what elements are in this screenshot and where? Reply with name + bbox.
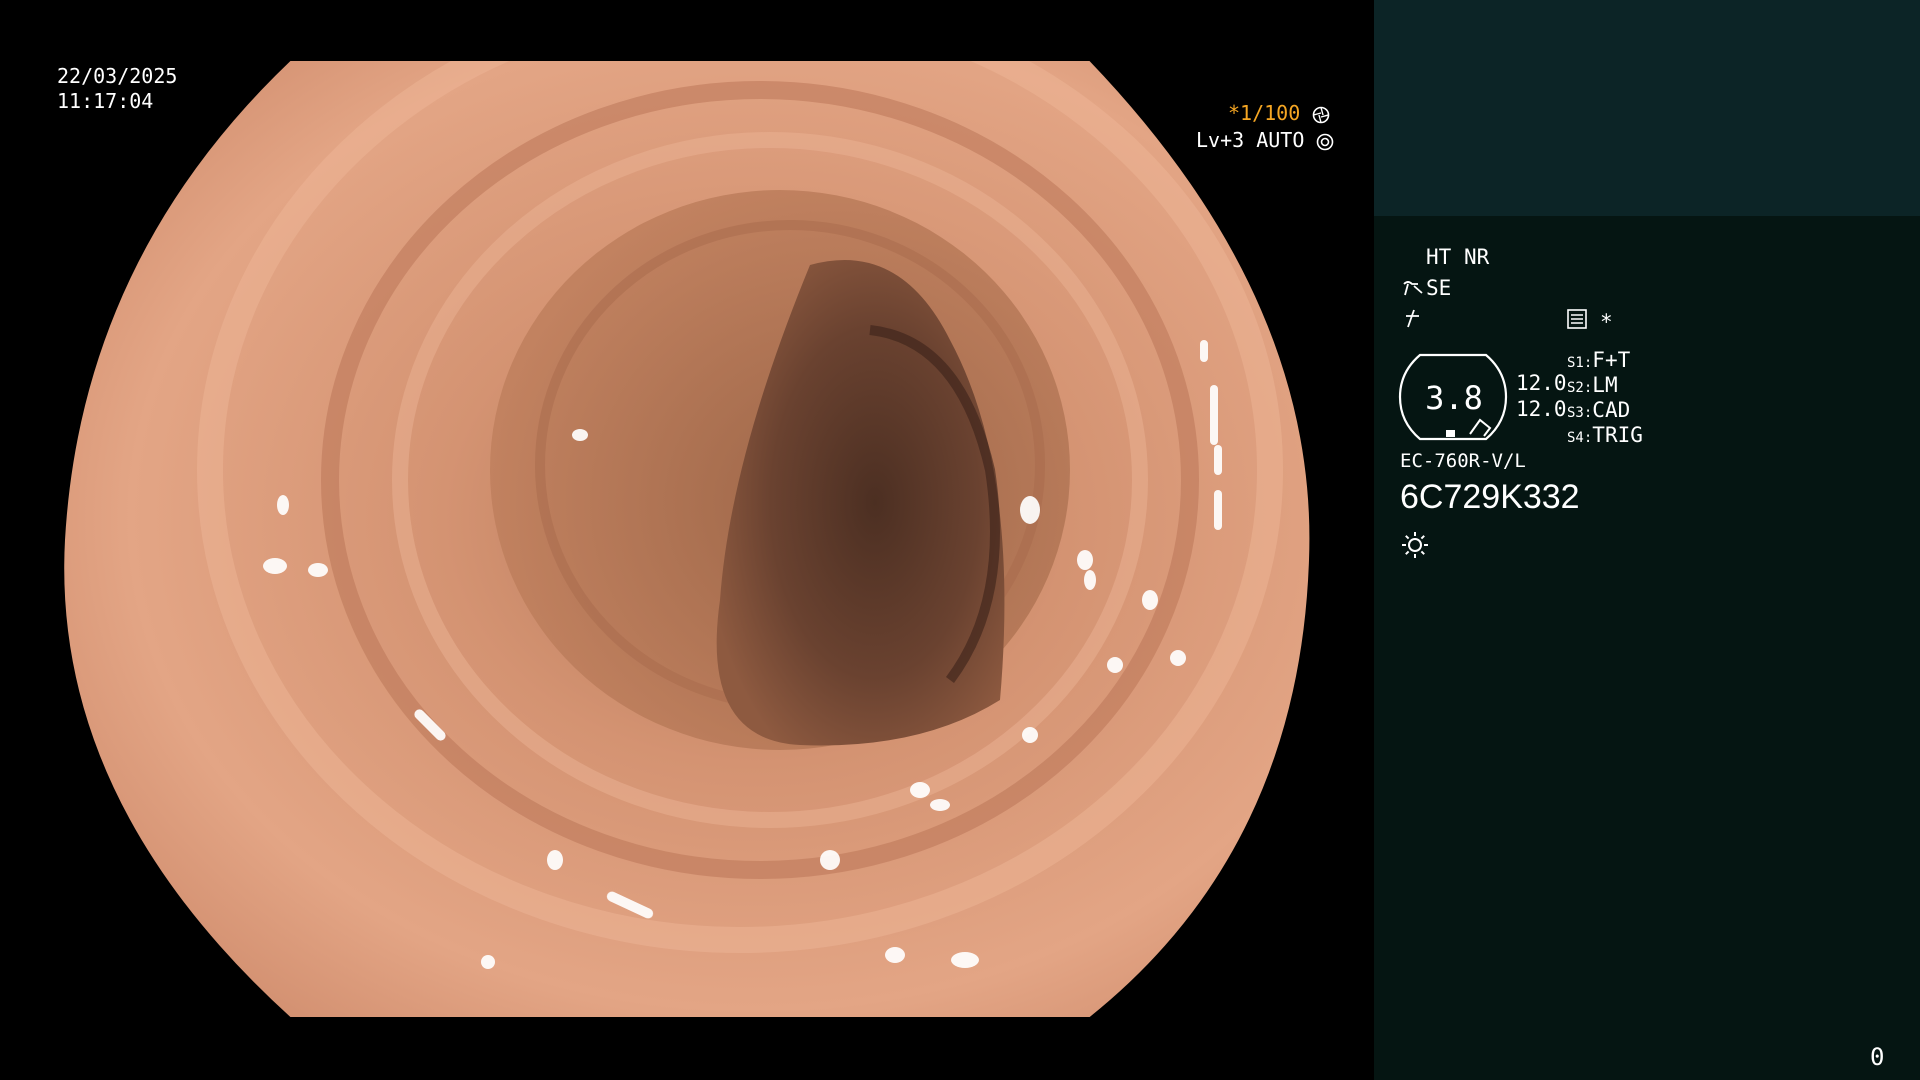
setting-key: S1: [1567,355,1593,371]
wave-enhance-icon [1402,278,1426,302]
freeze-slash-icon [1402,307,1424,333]
setting-key: S4: [1567,430,1593,446]
setting-s3: S3:CAD [1567,400,1643,425]
setting-key: S2: [1567,380,1593,396]
scope-range-1: 12.0 [1516,371,1567,395]
asterisk-indicator: * [1600,310,1613,334]
setting-value: CAD [1592,398,1631,422]
scope-model: EC-760R-V/L [1400,450,1526,472]
scope-range-2: 12.0 [1516,397,1567,421]
setting-value: F+T [1592,348,1631,372]
setting-value: LM [1592,373,1618,397]
se-indicator: SE [1426,276,1452,300]
scope-value: 3.8 [1425,379,1483,417]
level-readout: Lv+3 AUTO [1196,130,1334,151]
light-sun-icon [1400,530,1430,564]
setting-s1: S1:F+T [1567,350,1643,375]
iris-auto-icon [1316,133,1334,151]
frame-counter: 0 [1870,1043,1885,1071]
shutter-readout: *1/100 [1228,103,1330,124]
endoscope-viewport: 22/03/2025 11:17:04 *1/100 Lv+3 AUTO [0,0,1374,1080]
ht-indicator: HT [1426,245,1452,269]
aperture-icon [1312,106,1330,124]
scope-serial: 6C729K332 [1400,478,1580,516]
nr-indicator: NR [1464,245,1490,269]
setting-value: TRIG [1592,423,1643,447]
setting-key: S3: [1567,405,1593,421]
info-panel: HT NR SE * 3.8 12.0 12.0 S1:F+T S2:LM S3… [1374,0,1920,1080]
setting-s4: S4:TRIG [1567,425,1643,450]
setting-s2: S2:LM [1567,375,1643,400]
exam-date: 22/03/2025 [57,64,178,88]
brightness-level: Lv+3 AUTO [1196,128,1305,152]
colon-lumen-image [62,59,1312,1019]
memo-list-icon [1566,308,1588,334]
switch-settings: S1:F+T S2:LM S3:CAD S4:TRIG [1567,350,1643,450]
exam-time: 11:17:04 [57,89,154,113]
endoscopy-screen: 22/03/2025 11:17:04 *1/100 Lv+3 AUTO HT … [0,0,1920,1080]
panel-header-area [1374,0,1920,216]
shutter-speed: *1/100 [1228,101,1301,125]
